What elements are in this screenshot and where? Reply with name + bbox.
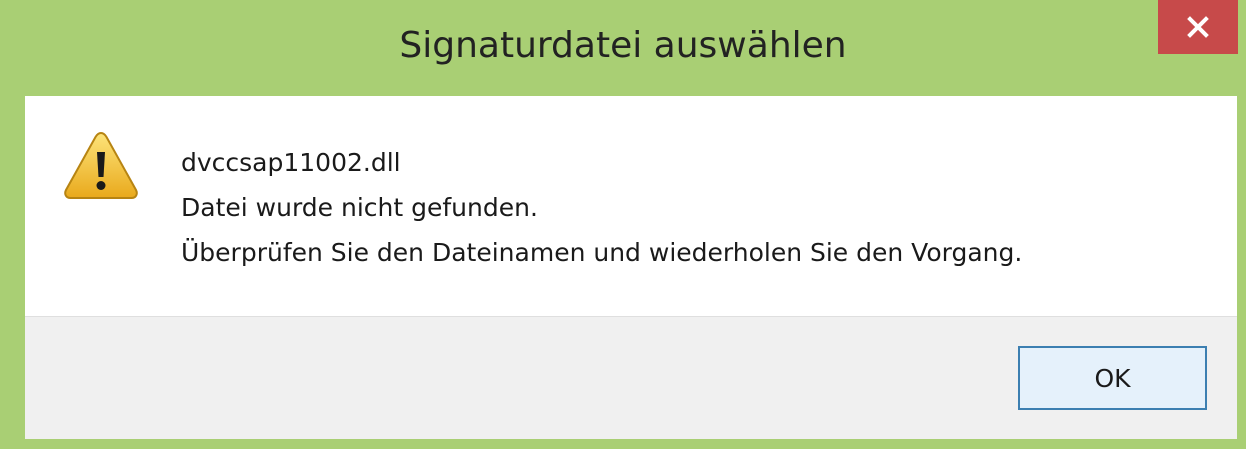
close-icon [1187, 16, 1209, 38]
button-bar: OK [25, 316, 1237, 439]
message-line-hint: Überprüfen Sie den Dateinamen und wieder… [181, 238, 1023, 267]
dialog-title: Signaturdatei auswählen [399, 25, 847, 66]
close-button[interactable] [1158, 0, 1238, 54]
title-bar[interactable]: Signaturdatei auswählen [0, 0, 1246, 96]
message-line-error: Datei wurde nicht gefunden. [181, 193, 538, 222]
message-text: dvccsap11002.dll Datei wurde nicht gefun… [181, 140, 1022, 275]
message-dialog: Signaturdatei auswählen dvccsap11002.dll… [0, 0, 1246, 449]
message-line-filename: dvccsap11002.dll [181, 148, 401, 177]
warning-icon [64, 131, 138, 199]
ok-button[interactable]: OK [1018, 346, 1207, 410]
message-content: dvccsap11002.dll Datei wurde nicht gefun… [25, 96, 1237, 316]
